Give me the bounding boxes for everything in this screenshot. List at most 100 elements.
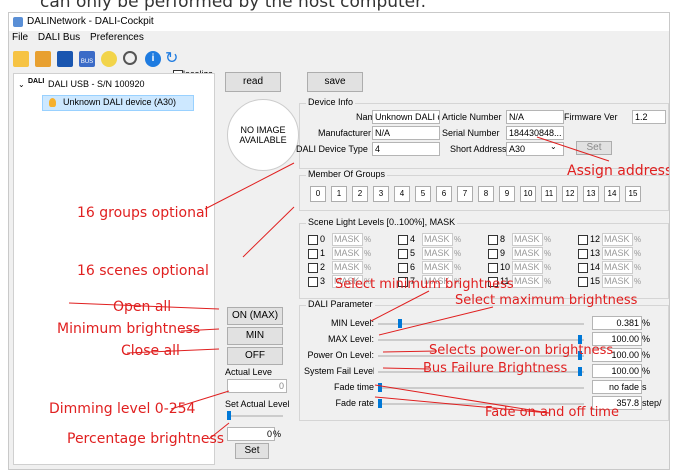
scene-checkbox-14[interactable]: [578, 263, 588, 273]
group-toggle-4[interactable]: 4: [394, 186, 410, 202]
scene-number-6: 6: [410, 262, 416, 272]
actual-level-field: 0: [227, 379, 287, 393]
group-toggle-3[interactable]: 3: [373, 186, 389, 202]
annotation-percentage: Percentage brightness: [67, 431, 225, 447]
scene-number-13: 13: [590, 248, 601, 258]
bulb-icon[interactable]: [101, 51, 117, 67]
manufacturer-label: Manufacturer: [318, 128, 372, 138]
search-icon[interactable]: [123, 51, 137, 65]
scene-checkbox-13[interactable]: [578, 249, 588, 259]
sysfail-value[interactable]: 100.00: [592, 364, 642, 378]
scene-mask-field-0[interactable]: MASK: [332, 233, 363, 246]
fadetime-slider[interactable]: [378, 383, 584, 392]
serial-field[interactable]: 184430848...: [506, 126, 564, 140]
group-toggle-14[interactable]: 14: [604, 186, 620, 202]
min-slider-thumb[interactable]: [398, 319, 402, 328]
fadetime-value[interactable]: no fade: [592, 380, 642, 394]
min-button[interactable]: MIN: [227, 327, 283, 345]
scene-checkbox-8[interactable]: [488, 235, 498, 245]
save-disk-icon[interactable]: [57, 51, 73, 67]
scene-mask-field-10[interactable]: MASK: [512, 261, 543, 274]
firmware-field[interactable]: 1.2: [632, 110, 666, 124]
bus-icon[interactable]: BUS: [79, 51, 95, 67]
annotation-fade-time: Fade on and off time: [485, 405, 619, 420]
scene-checkbox-5[interactable]: [398, 249, 408, 259]
group-toggle-5[interactable]: 5: [415, 186, 431, 202]
set-address-button[interactable]: Set: [576, 141, 612, 155]
min-value[interactable]: 0.381: [592, 316, 642, 330]
scene-checkbox-2[interactable]: [308, 263, 318, 273]
max-slider[interactable]: [378, 335, 584, 344]
scene-mask-field-8[interactable]: MASK: [512, 233, 543, 246]
tree-root-label[interactable]: DALI USB - S/N 100920: [48, 79, 145, 89]
fadetime-slider-thumb[interactable]: [378, 383, 382, 392]
chevron-down-icon[interactable]: ⌄: [18, 80, 25, 89]
scene-mask-field-9[interactable]: MASK: [512, 247, 543, 260]
article-field[interactable]: N/A: [506, 110, 564, 124]
scene-checkbox-6[interactable]: [398, 263, 408, 273]
scene-checkbox-4[interactable]: [398, 235, 408, 245]
scene-checkbox-1[interactable]: [308, 249, 318, 259]
menu-dalibus[interactable]: DALI Bus: [38, 32, 80, 43]
group-toggle-12[interactable]: 12: [562, 186, 578, 202]
on-max-button[interactable]: ON (MAX): [227, 307, 283, 325]
app-window: DALINetwork - DALI-Cockpit File DALI Bus…: [8, 12, 670, 470]
menu-preferences[interactable]: Preferences: [90, 32, 144, 43]
info-icon[interactable]: i: [145, 51, 161, 67]
read-button[interactable]: read: [225, 72, 281, 92]
group-toggle-2[interactable]: 2: [352, 186, 368, 202]
new-icon[interactable]: [13, 51, 29, 67]
scene-checkbox-10[interactable]: [488, 263, 498, 273]
scene-mask-field-13[interactable]: MASK: [602, 247, 633, 260]
group-toggle-13[interactable]: 13: [583, 186, 599, 202]
manufacturer-field[interactable]: N/A: [372, 126, 440, 140]
group-toggle-11[interactable]: 11: [541, 186, 557, 202]
save-button[interactable]: save: [307, 72, 363, 92]
scene-percent-8: %: [544, 235, 552, 244]
scene-checkbox-15[interactable]: [578, 277, 588, 287]
scene-percent-11: %: [544, 277, 552, 286]
max-unit: %: [642, 334, 651, 344]
scene-mask-field-11[interactable]: MASK: [512, 275, 543, 288]
set-button[interactable]: Set: [235, 443, 269, 459]
faderate-slider-thumb[interactable]: [378, 399, 382, 408]
group-toggle-8[interactable]: 8: [478, 186, 494, 202]
scene-mask-field-12[interactable]: MASK: [602, 233, 633, 246]
chevron-down-icon[interactable]: ⌄: [550, 142, 557, 151]
group-toggle-7[interactable]: 7: [457, 186, 473, 202]
set-level-slider[interactable]: [227, 411, 283, 420]
refresh-icon[interactable]: ↻: [165, 51, 181, 67]
scene-mask-field-1[interactable]: MASK: [332, 247, 363, 260]
annotation-min-brightness: Minimum brightness: [57, 321, 201, 337]
menu-file[interactable]: File: [12, 32, 28, 43]
tree-item-selected[interactable]: Unknown DALI device (A30): [42, 95, 194, 111]
group-toggle-9[interactable]: 9: [499, 186, 515, 202]
scene-mask-field-6[interactable]: MASK: [422, 261, 453, 274]
scene-mask-field-5[interactable]: MASK: [422, 247, 453, 260]
name-field[interactable]: Unknown DALI d...: [372, 110, 440, 124]
scene-mask-field-2[interactable]: MASK: [332, 261, 363, 274]
slider-thumb[interactable]: [227, 411, 231, 420]
open-folder-icon[interactable]: [35, 51, 51, 67]
off-button[interactable]: OFF: [227, 347, 283, 365]
group-toggle-0[interactable]: 0: [310, 186, 326, 202]
serial-label: Serial Number: [442, 128, 500, 138]
annotation-assign-address: Assign address: [567, 163, 670, 179]
group-toggle-15[interactable]: 15: [625, 186, 641, 202]
scene-checkbox-0[interactable]: [308, 235, 318, 245]
percentage-field[interactable]: 0: [227, 427, 275, 441]
scene-checkbox-9[interactable]: [488, 249, 498, 259]
scene-percent-1: %: [364, 249, 372, 258]
scene-checkbox-3[interactable]: [308, 277, 318, 287]
group-toggle-10[interactable]: 10: [520, 186, 536, 202]
min-slider[interactable]: [378, 319, 584, 328]
scene-mask-field-4[interactable]: MASK: [422, 233, 453, 246]
group-toggle-6[interactable]: 6: [436, 186, 452, 202]
devtype-field[interactable]: 4: [372, 142, 440, 156]
scene-number-14: 14: [590, 262, 601, 272]
scene-mask-field-14[interactable]: MASK: [602, 261, 633, 274]
group-toggle-1[interactable]: 1: [331, 186, 347, 202]
scene-mask-field-15[interactable]: MASK: [602, 275, 633, 288]
scene-checkbox-12[interactable]: [578, 235, 588, 245]
sysfail-slider-thumb[interactable]: [578, 367, 582, 376]
